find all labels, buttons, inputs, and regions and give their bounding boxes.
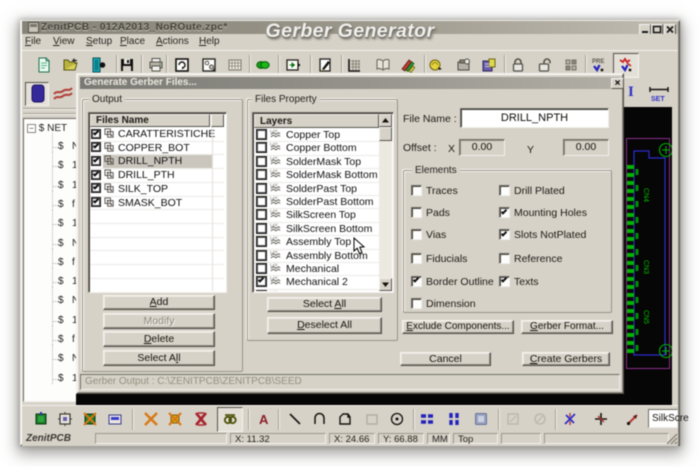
svg-text:SET: SET	[651, 96, 665, 103]
svg-text:CN4: CN4	[642, 188, 649, 202]
svg-text:CN3: CN3	[642, 260, 649, 274]
svg-text:CN5: CN5	[642, 310, 649, 324]
svg-text:PRE: PRE	[592, 59, 604, 65]
svg-text:A: A	[259, 412, 269, 427]
